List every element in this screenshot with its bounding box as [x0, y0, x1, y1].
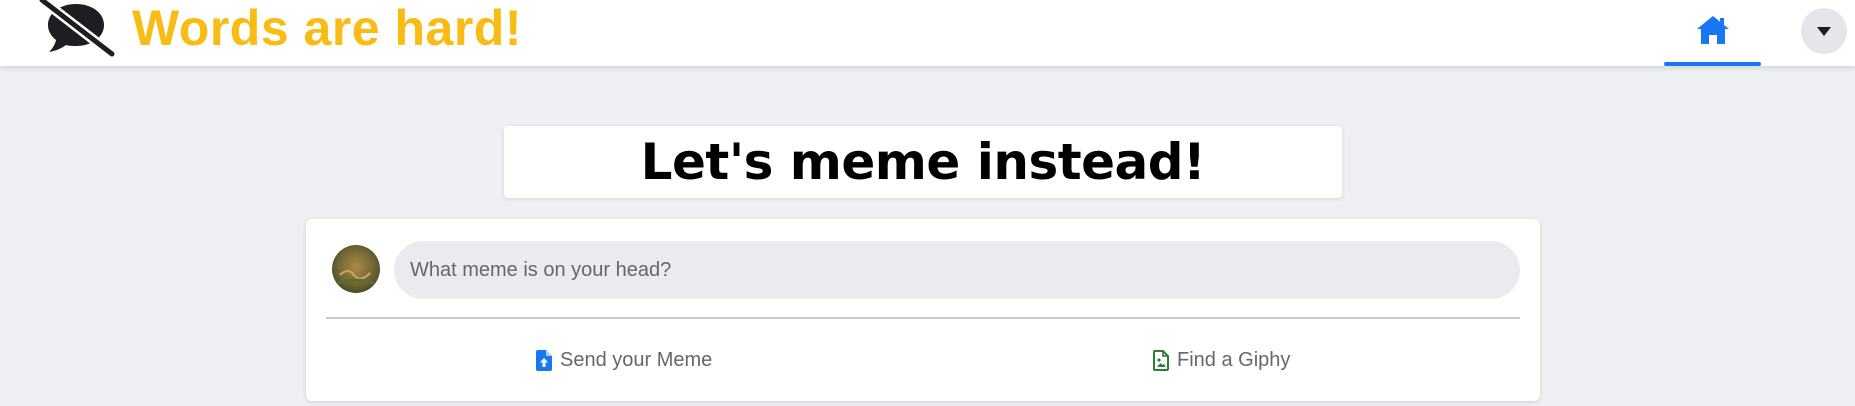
- account-menu-button[interactable]: [1801, 8, 1847, 54]
- send-meme-button[interactable]: Send your Meme: [536, 331, 712, 389]
- file-upload-icon: [536, 349, 552, 371]
- headline-card: Let's meme instead!: [504, 126, 1342, 198]
- top-navbar: Words are hard!: [0, 0, 1855, 66]
- page-headline: Let's meme instead!: [640, 133, 1206, 191]
- meme-composer: Send your Meme Find a Giphy: [306, 219, 1540, 401]
- caret-down-icon: [1817, 27, 1831, 36]
- home-icon: [1697, 16, 1729, 44]
- active-tab-indicator: [1664, 62, 1761, 66]
- composer-divider: [326, 317, 1520, 319]
- meme-text-input[interactable]: [394, 241, 1520, 299]
- file-image-icon: [1153, 349, 1169, 371]
- find-giphy-label: Find a Giphy: [1177, 348, 1291, 371]
- user-avatar[interactable]: [332, 245, 380, 293]
- nav-home-tab[interactable]: [1664, 0, 1761, 66]
- brand-title[interactable]: Words are hard!: [132, 0, 522, 58]
- send-meme-label: Send your Meme: [560, 348, 713, 371]
- find-giphy-button[interactable]: Find a Giphy: [1153, 331, 1290, 389]
- no-speech-bubble-icon[interactable]: [38, 0, 118, 58]
